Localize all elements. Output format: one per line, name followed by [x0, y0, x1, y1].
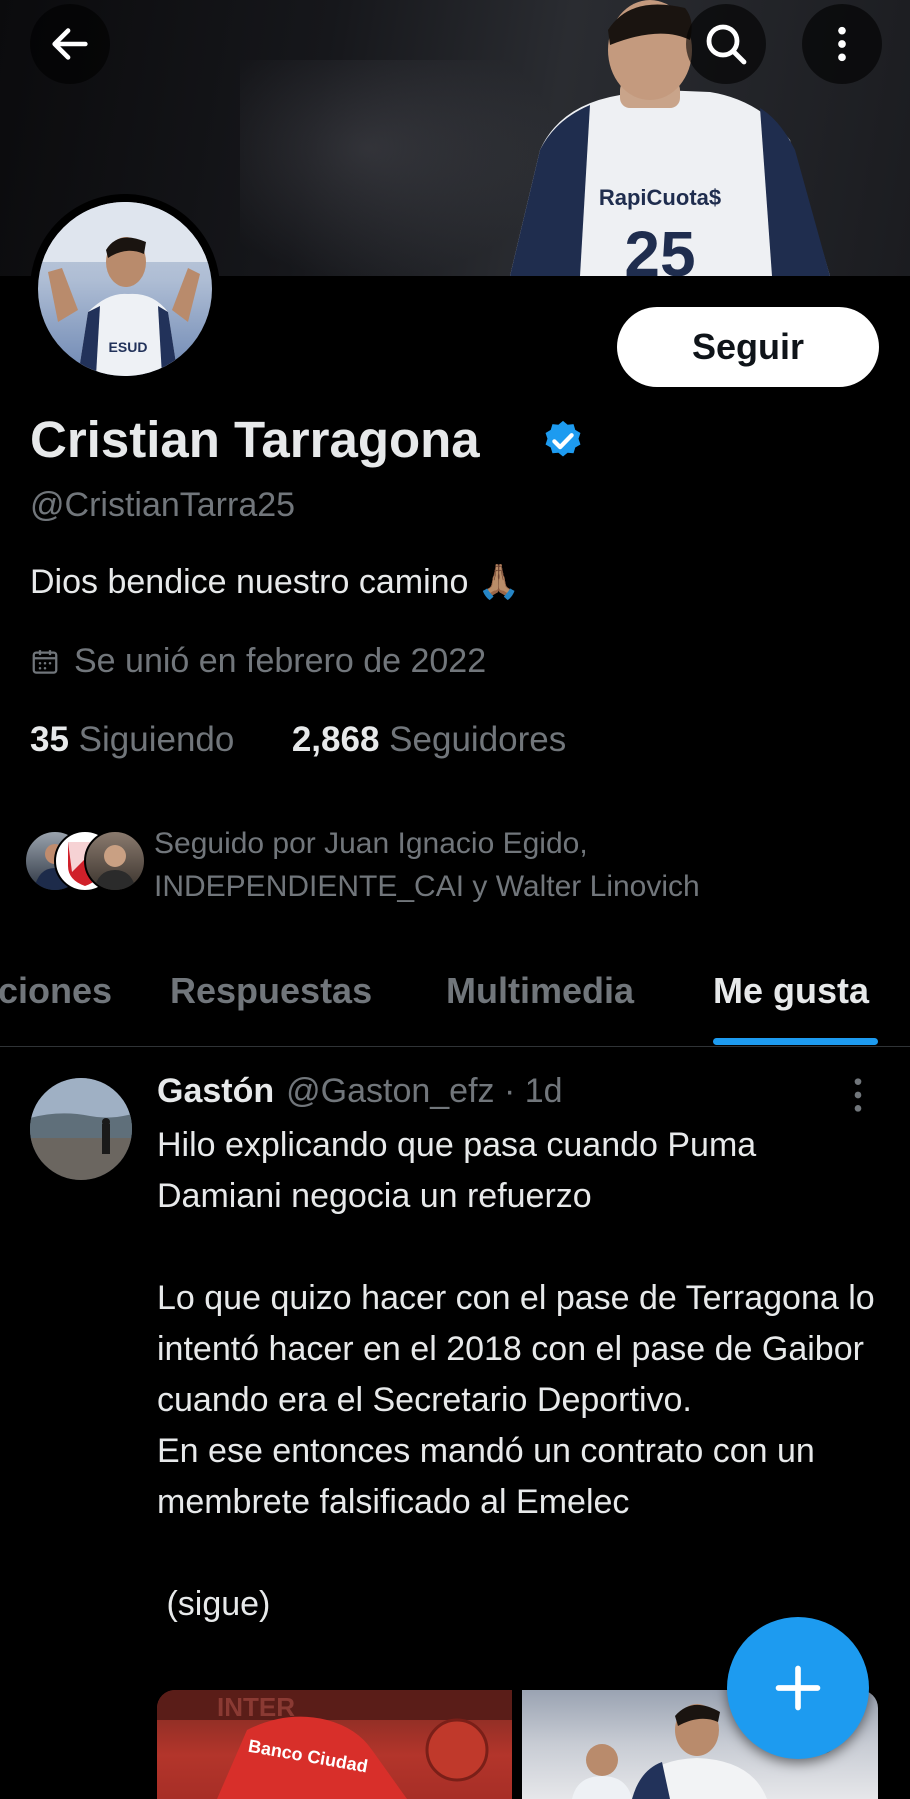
followers-label: Seguidores [389, 720, 567, 759]
more-vertical-icon [838, 26, 846, 62]
tab-me-gusta[interactable]: Me gusta [713, 970, 869, 1012]
tweet-author-name[interactable]: Gastón [157, 1072, 274, 1110]
tweet-media-1[interactable]: INTER Banco Ciudad [157, 1690, 512, 1799]
active-tab-indicator [713, 1038, 878, 1045]
following-count: 35 [30, 720, 69, 759]
avatar: ESUD [38, 202, 212, 376]
back-button[interactable] [30, 4, 110, 84]
arrow-left-icon [52, 28, 88, 60]
followers-count: 2,868 [291, 720, 380, 759]
followers-link[interactable]: 2,868 Seguidores [292, 720, 566, 759]
banner-player-image: RapiCuota$ 25 [510, 0, 830, 276]
tweet-author-handle[interactable]: @Gaston_efz [286, 1072, 494, 1110]
search-button[interactable] [686, 4, 766, 84]
compose-fab[interactable] [727, 1617, 869, 1759]
followed-by[interactable]: Seguido por Juan Ignacio Egido, INDEPEND… [24, 822, 884, 912]
joined-date: Se unió en febrero de 2022 [30, 642, 486, 681]
verified-badge-icon[interactable] [540, 418, 586, 464]
profile-bio: Dios bendice nuestro camino 🙏🏽 [30, 563, 521, 601]
more-vertical-icon[interactable] [838, 1075, 878, 1115]
following-label: Siguiendo [78, 720, 235, 759]
banner-jersey-number: 25 [624, 218, 695, 276]
avatar-photo: ESUD [38, 202, 212, 376]
tab-respuestas[interactable]: Respuestas [170, 970, 372, 1012]
tab-multimedia[interactable]: Multimedia [446, 970, 634, 1012]
follower-avatar-3 [84, 830, 146, 892]
follow-stats: 35 Siguiendo 2,868 Seguidores [30, 720, 566, 760]
tweet-author-avatar[interactable] [30, 1078, 132, 1180]
tweet-time: · 1d [503, 1072, 563, 1110]
following-link[interactable]: 35 Siguiendo [30, 720, 234, 759]
more-options-button[interactable] [802, 4, 882, 84]
tweet-text[interactable]: Hilo explicando que pasa cuando Puma Dam… [157, 1120, 877, 1630]
profile-tabs: ciones Respuestas Multimedia Me gusta [0, 950, 910, 1047]
tweet-header: Gastón @Gaston_efz · 1d [157, 1072, 563, 1111]
search-icon [706, 24, 747, 65]
profile-handle: @CristianTarra25 [30, 486, 296, 524]
follow-button[interactable]: Seguir [617, 307, 879, 387]
banner-sponsor: RapiCuota$ [599, 185, 721, 210]
joined-text: Se unió en febrero de 2022 [74, 642, 487, 680]
tab-menciones[interactable]: ciones [0, 970, 112, 1012]
profile-avatar-frame[interactable]: ESUD [30, 194, 220, 384]
avatar-jersey-text: ESUD [109, 339, 148, 355]
calendar-icon [32, 649, 58, 674]
plus-icon [775, 1665, 821, 1711]
profile-name: Cristian Tarragona [30, 411, 480, 468]
media1-wall-text: INTER [217, 1692, 295, 1722]
followed-by-text: Seguido por Juan Ignacio Egido, INDEPEND… [154, 827, 700, 903]
